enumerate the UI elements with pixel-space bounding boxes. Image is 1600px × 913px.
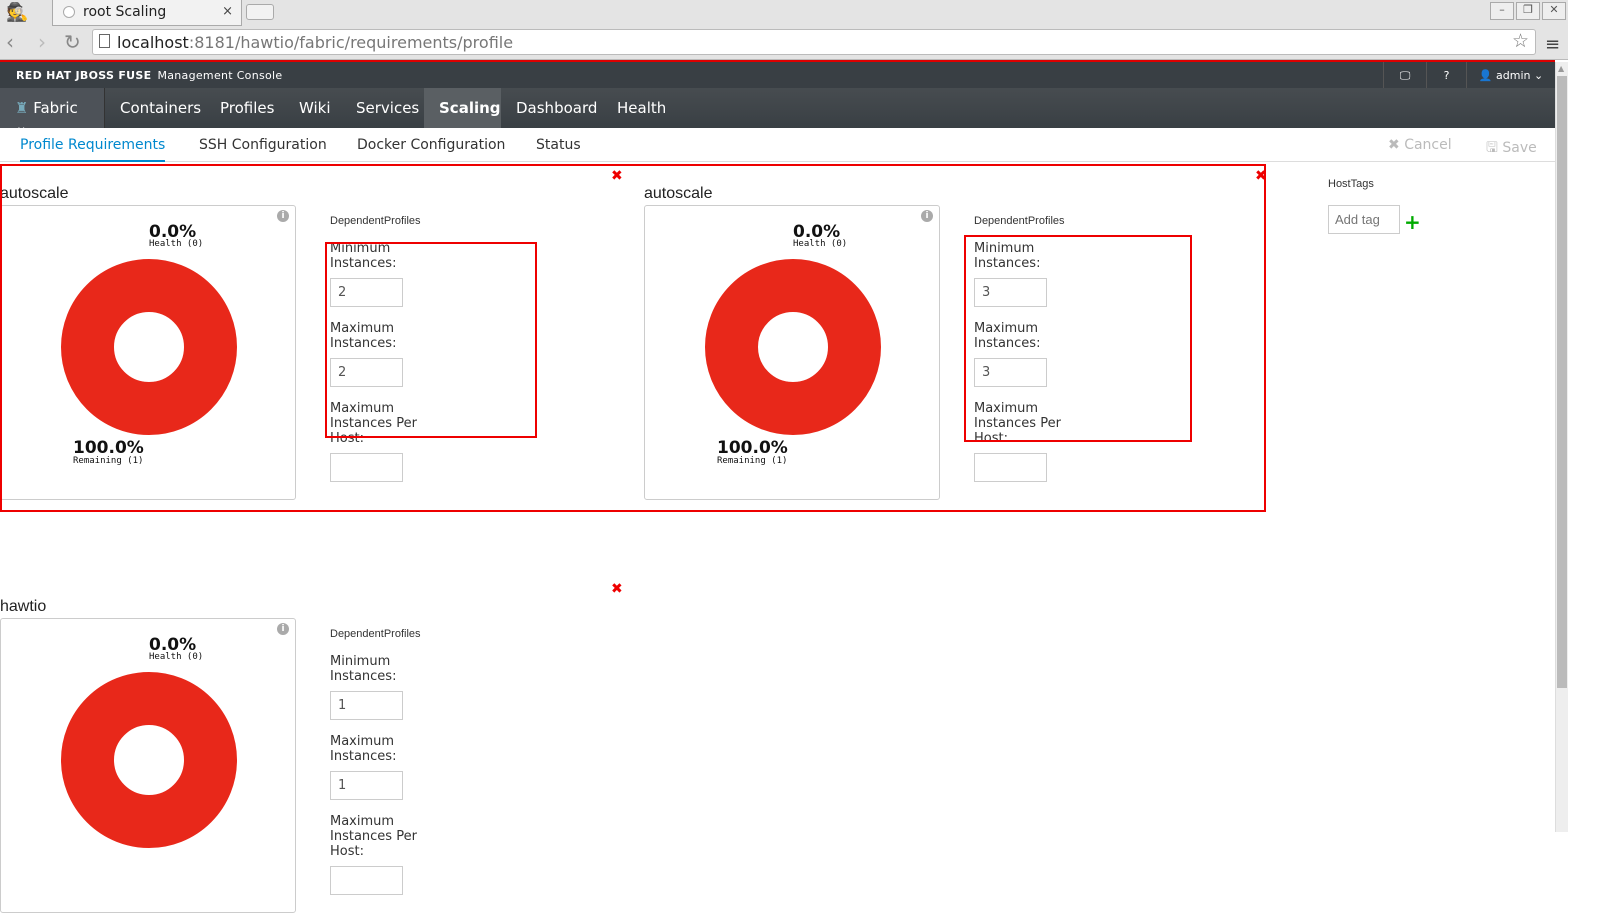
donut-chart [61,672,237,848]
max-per-host-input[interactable] [330,866,403,895]
forward-icon[interactable]: › [38,30,46,54]
cancel-button[interactable]: ✖ Cancel [1388,137,1452,153]
back-icon[interactable]: ‹ [6,30,14,54]
info-icon[interactable]: i [277,623,289,635]
nav-wiki[interactable]: Wiki [284,88,346,128]
nav-scaling[interactable]: Scaling [424,88,501,128]
requirements-form: DependentProfiles Minimum Instances: Max… [330,628,421,909]
new-tab-button[interactable] [246,4,274,20]
favicon-icon [63,6,75,18]
incognito-icon: 🕵 [6,2,29,23]
donut-chart-card: i 0.0% Health (0) [0,618,296,913]
donut-slice-remaining [61,672,237,848]
tab-docker-configuration[interactable]: Docker Configuration [357,137,505,153]
restore-button[interactable]: ❐ [1516,2,1540,20]
health-label: Health (0) [149,652,204,662]
browser-chrome: 🕵 root Scaling × – ❐ ✕ ‹ › ↻ localhost:8… [0,0,1568,60]
host-tags: HostTags + [1328,178,1421,234]
scrollbar[interactable]: ▲ [1555,62,1568,832]
fabric-icon: ♜ [15,99,34,117]
help-icon[interactable]: ? [1426,62,1466,88]
fabric-menu[interactable]: ♜ Fabric ⌄ [0,88,105,135]
highlight-box [964,235,1192,442]
main-nav: ♜ Fabric ⌄ Containers Profiles Wiki Serv… [0,88,1555,135]
cancel-icon: ✖ [1388,137,1405,153]
min-instances-label: Minimum Instances: [330,654,397,684]
url-host: localhost [117,33,189,52]
save-label: Save [1502,140,1537,156]
top-bar: RED HAT JBOSS FUSE Management Console 🖵 ?… [0,62,1555,88]
highlight-box [325,242,537,438]
delete-profile-icon[interactable]: ✖ [611,581,623,597]
nav-dashboard[interactable]: Dashboard [501,88,612,128]
tab-profile-requirements[interactable]: Profile Requirements [20,137,166,162]
browser-tab[interactable]: root Scaling × [52,0,242,26]
nav-profiles[interactable]: Profiles [205,88,289,128]
save-button[interactable]: 🖫 Save [1486,137,1537,161]
max-instances-input[interactable] [330,771,403,800]
nav-services[interactable]: Services [341,88,434,128]
save-icon: 🖫 [1486,140,1503,156]
host-tags-label: HostTags [1328,178,1374,190]
add-tag-plus-icon[interactable]: + [1404,210,1421,234]
add-tag-input[interactable] [1328,205,1400,234]
tab-ssh-configuration[interactable]: SSH Configuration [199,137,327,153]
user-menu[interactable]: 👤 admin ⌄ [1466,62,1555,88]
page-icon [99,34,110,48]
max-instances-label: Maximum Instances: [330,734,397,764]
close-tab-icon[interactable]: × [222,4,233,19]
user-icon: 👤 [1478,69,1496,82]
user-name: admin [1496,69,1531,82]
nav-containers[interactable]: Containers [105,88,216,128]
brand-name: RED HAT JBOSS FUSE [16,69,152,82]
cancel-label: Cancel [1404,137,1452,153]
scroll-up-icon[interactable]: ▲ [1558,64,1564,73]
tab-status[interactable]: Status [536,137,581,153]
sub-nav: Profile Requirements SSH Configuration D… [0,128,1555,162]
dependent-profiles-label: DependentProfiles [330,628,421,640]
browser-menu-icon[interactable]: ≡ [1545,34,1560,55]
nav-health[interactable]: Health [602,88,681,128]
profile-name: hawtio [0,598,47,615]
bookmark-star-icon[interactable]: ☆ [1512,30,1529,52]
url-path: :8181/hawtio/fabric/requirements/profile [188,33,514,52]
monitor-icon[interactable]: 🖵 [1383,62,1426,88]
brand-logo: RED HAT JBOSS FUSE Management Console [16,69,282,82]
scrollbar-thumb[interactable] [1557,76,1567,688]
tab-title: root Scaling [83,4,167,20]
reload-icon[interactable]: ↻ [64,30,81,54]
minimize-button[interactable]: – [1490,2,1514,20]
brand-subtitle: Management Console [157,69,283,82]
min-instances-input[interactable] [330,691,403,720]
close-window-button[interactable]: ✕ [1542,2,1566,20]
max-per-host-label: Maximum Instances Per Host: [330,814,417,859]
fabric-label: Fabric [33,99,78,117]
address-bar[interactable]: localhost:8181/hawtio/fabric/requirement… [92,29,1536,55]
